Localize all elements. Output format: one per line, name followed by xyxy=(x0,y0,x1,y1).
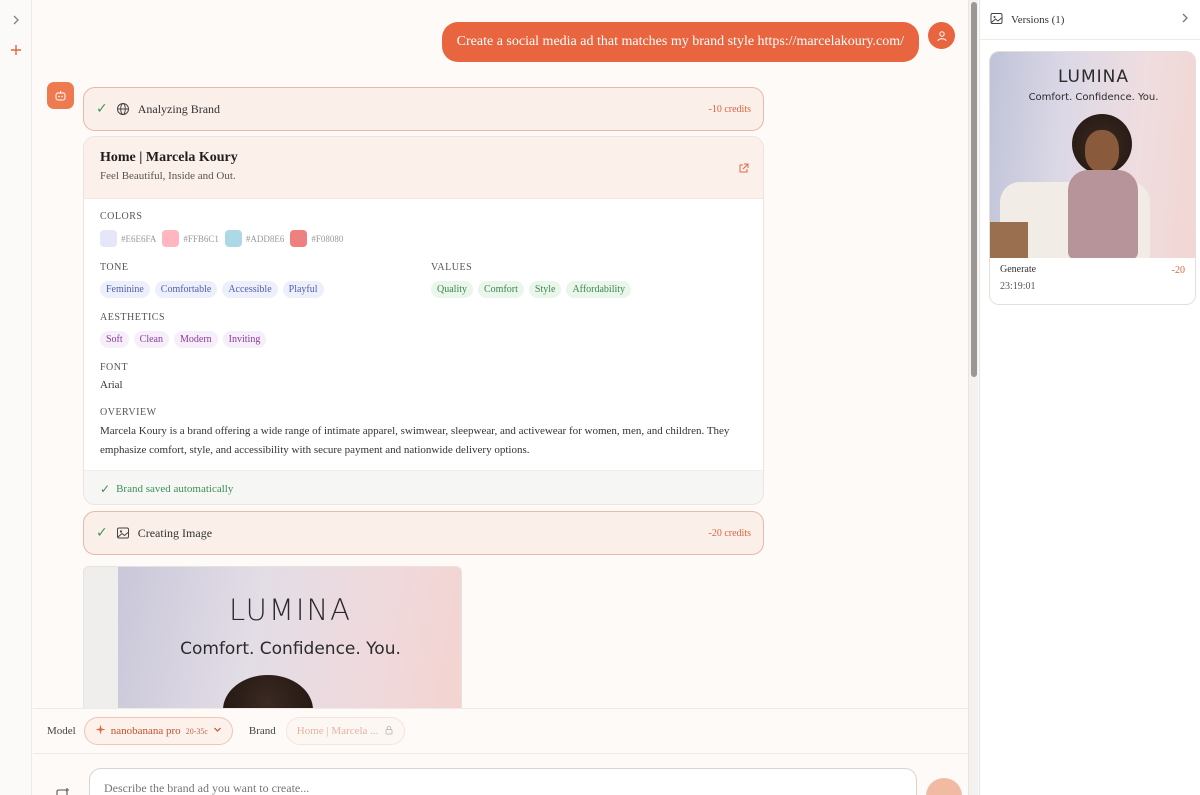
scrollbar-thumb[interactable] xyxy=(971,2,977,377)
composer xyxy=(33,753,977,795)
chevron-right-icon[interactable] xyxy=(1180,13,1190,26)
colors-label: COLORS xyxy=(100,211,143,222)
values-tags: Quality Comfort Style Affordability xyxy=(431,281,632,298)
globe-icon xyxy=(116,102,130,116)
brand-value: Home | Marcela ... xyxy=(296,725,379,737)
tone-label: TONE xyxy=(100,262,129,273)
sparkle-icon xyxy=(95,724,106,738)
lock-icon xyxy=(384,725,394,738)
brand-tagline: Feel Beautiful, Inside and Out. xyxy=(100,170,236,182)
value-tag: Comfort xyxy=(478,281,524,298)
values-label: VALUES xyxy=(431,262,473,273)
step-analyzing-brand[interactable]: ✓ Analyzing Brand -10 credits xyxy=(83,87,764,131)
version-meta: Generate -20 23:19:01 xyxy=(990,258,1195,298)
aesthetics-label: AESTHETICS xyxy=(100,312,165,323)
overview-text: Marcela Koury is a brand offering a wide… xyxy=(100,425,730,456)
model-body-shape xyxy=(1068,170,1138,258)
image-icon xyxy=(990,12,1003,28)
chat-area: Create a social media ad that matches my… xyxy=(33,0,977,795)
model-face-shape xyxy=(1085,130,1119,172)
bot-avatar-icon xyxy=(47,82,74,109)
add-image-icon[interactable] xyxy=(55,784,71,795)
version-brand: LUMINA xyxy=(1057,67,1130,87)
step-title: Analyzing Brand xyxy=(137,101,221,116)
color-hex: #E6E6FA xyxy=(121,233,157,244)
color-chip xyxy=(162,230,180,247)
color-hex: #F08080 xyxy=(311,233,344,244)
aesthetic-tag: Soft xyxy=(100,331,129,348)
ad-artwork: LUMINA Comfort. Confidence. You. xyxy=(118,567,461,715)
step-title: Creating Image xyxy=(137,525,213,540)
color-swatch: #ADD8E6 xyxy=(224,230,285,247)
color-chip xyxy=(224,230,242,247)
ad-tagline: Comfort. Confidence. You. xyxy=(180,639,401,659)
font-value: Arial xyxy=(100,379,123,391)
color-chip xyxy=(290,230,308,247)
value-tag: Affordability xyxy=(566,281,632,298)
image-icon xyxy=(116,526,130,540)
model-name: nanobanana pro xyxy=(110,725,181,737)
check-icon: ✓ xyxy=(100,481,111,496)
versions-panel: Versions (1) LUMINA Comfort. Confidence.… xyxy=(979,0,1200,795)
model-toolbar: Model nanobanana pro 20-35c Brand Home |… xyxy=(33,708,977,753)
brand-card: Home | Marcela Koury Feel Beautiful, Ins… xyxy=(83,136,764,505)
color-swatch: #FFB6C1 xyxy=(162,230,219,247)
aesthetic-tag: Clean xyxy=(133,331,169,348)
side-table-shape xyxy=(990,222,1028,258)
plus-icon[interactable] xyxy=(4,38,28,62)
left-rail xyxy=(0,0,32,795)
aesthetic-tag: Modern xyxy=(174,331,218,348)
color-chip xyxy=(100,230,117,247)
version-thumbnail: LUMINA Comfort. Confidence. You. xyxy=(990,52,1195,258)
color-swatches: #E6E6FA #FFB6C1 #ADD8E6 #F08080 xyxy=(100,230,343,247)
color-swatch: #E6E6FA xyxy=(100,230,156,247)
brand-name: Home | Marcela Koury xyxy=(100,150,238,165)
check-icon: ✓ xyxy=(96,525,108,541)
tone-tag: Comfortable xyxy=(154,281,218,298)
external-link-icon[interactable] xyxy=(738,161,749,179)
model-label: Model xyxy=(47,725,76,737)
font-label: FONT xyxy=(100,362,129,373)
value-tag: Quality xyxy=(431,281,473,298)
version-cost: -20 xyxy=(1171,265,1185,276)
prompt-input[interactable] xyxy=(89,768,917,795)
tone-tags: Feminine Comfortable Accessible Playful xyxy=(100,281,324,298)
version-card[interactable]: LUMINA Comfort. Confidence. You. Generat… xyxy=(989,51,1196,305)
chevron-right-icon[interactable] xyxy=(4,8,28,32)
tone-tag: Feminine xyxy=(100,281,150,298)
version-tagline: Comfort. Confidence. You. xyxy=(1028,92,1159,103)
version-time: 23:19:01 xyxy=(1000,281,1036,292)
brand-label: Brand xyxy=(248,725,276,737)
step-credits: -10 credits xyxy=(708,103,752,115)
tone-tag: Playful xyxy=(282,281,324,298)
step-creating-image[interactable]: ✓ Creating Image -20 credits xyxy=(83,511,764,555)
model-selector[interactable]: nanobanana pro 20-35c xyxy=(83,717,233,745)
brand-selector[interactable]: Home | Marcela ... xyxy=(285,717,406,745)
versions-header[interactable]: Versions (1) xyxy=(980,0,1200,40)
user-message: Create a social media ad that matches my… xyxy=(441,22,919,62)
brand-saved-notice: ✓ Brand saved automatically xyxy=(84,470,763,504)
color-hex: #ADD8E6 xyxy=(245,233,285,244)
send-button[interactable] xyxy=(926,778,962,795)
saved-text: Brand saved automatically xyxy=(116,482,234,495)
overview-label: OVERVIEW xyxy=(100,407,157,418)
chevron-down-icon xyxy=(213,725,222,737)
brand-header: Home | Marcela Koury Feel Beautiful, Ins… xyxy=(84,137,763,199)
value-tag: Style xyxy=(528,281,562,298)
chat-scrollbar[interactable] xyxy=(968,0,978,795)
user-avatar-icon xyxy=(928,22,955,49)
aesthetic-tag: Inviting xyxy=(222,331,267,348)
version-action: Generate xyxy=(1000,264,1037,275)
versions-title: Versions (1) xyxy=(1011,13,1065,26)
color-hex: #FFB6C1 xyxy=(183,233,219,244)
generated-ad-image[interactable]: LUMINA Comfort. Confidence. You. xyxy=(83,566,462,716)
step-credits: -20 credits xyxy=(708,527,752,539)
aesthetics-tags: Soft Clean Modern Inviting xyxy=(100,331,267,348)
tone-tag: Accessible xyxy=(222,281,278,298)
ad-brand-name: LUMINA xyxy=(228,593,353,627)
color-swatch: #F08080 xyxy=(290,230,343,247)
model-cost: 20-35c xyxy=(185,726,208,736)
check-icon: ✓ xyxy=(96,101,108,117)
